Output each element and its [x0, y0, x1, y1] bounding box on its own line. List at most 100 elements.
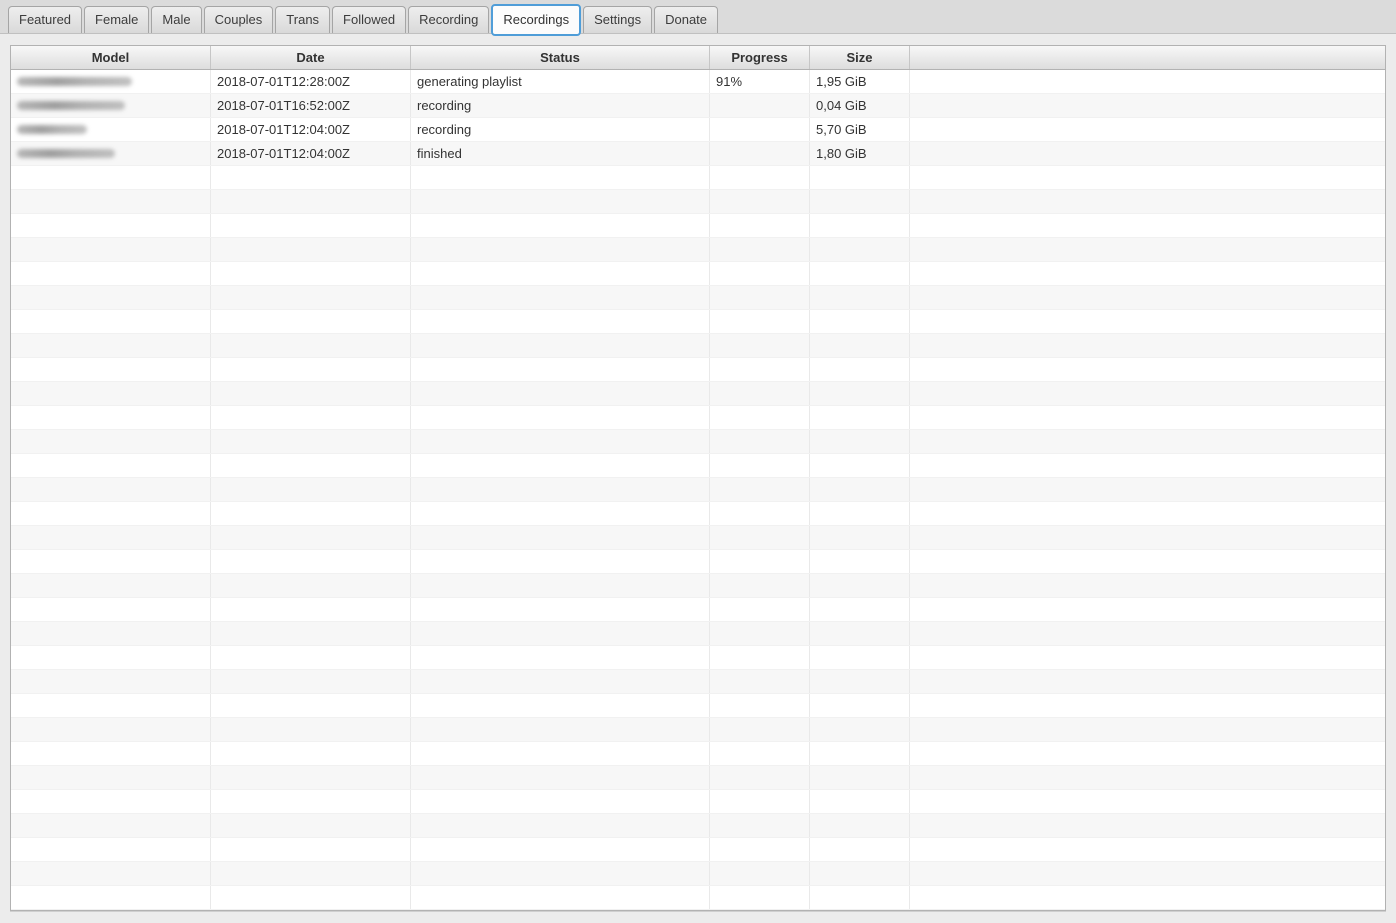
progress-cell [710, 118, 810, 141]
table-row-empty[interactable] [11, 790, 1385, 814]
table-row-empty[interactable] [11, 478, 1385, 502]
app-window: Featured Female Male Couples Trans Followed Re… [0, 0, 1396, 923]
progress-cell [710, 646, 810, 669]
table-row-empty[interactable] [11, 574, 1385, 598]
tab-settings[interactable]: Settings [583, 6, 653, 33]
tab-male[interactable]: Male [151, 6, 202, 33]
model-cell [11, 550, 211, 573]
table-row-empty[interactable] [11, 550, 1385, 574]
date-cell [211, 286, 411, 309]
size-cell [810, 382, 910, 405]
table-row-empty[interactable] [11, 694, 1385, 718]
size-cell [810, 526, 910, 549]
date-cell [211, 238, 411, 261]
status-cell [411, 454, 710, 477]
model-cell [11, 862, 211, 885]
filler-cell [910, 262, 1385, 285]
date-cell: 2018-07-01T16:52:00Z [211, 94, 411, 117]
column-header-date[interactable]: Date [211, 46, 411, 69]
table-row-empty[interactable] [11, 190, 1385, 214]
table-row-empty[interactable] [11, 382, 1385, 406]
date-cell [211, 766, 411, 789]
model-cell [11, 766, 211, 789]
status-cell [411, 358, 710, 381]
table-row-empty[interactable] [11, 886, 1385, 910]
filler-cell [910, 670, 1385, 693]
status-cell [411, 766, 710, 789]
table-row-empty[interactable] [11, 334, 1385, 358]
tab-couples[interactable]: Couples [203, 6, 274, 33]
filler-cell [910, 886, 1385, 909]
tab-trans[interactable]: Trans [275, 6, 331, 33]
status-cell [411, 502, 710, 525]
model-cell [11, 262, 211, 285]
filler-cell [910, 70, 1385, 93]
table-row[interactable]: 2018-07-01T12:04:00Z finished 1,80 GiB [11, 142, 1385, 166]
content-area: Model Date Status Progress Size 2018-07-01T1… [0, 34, 1396, 923]
table-row-empty[interactable] [11, 310, 1385, 334]
progress-cell [710, 310, 810, 333]
size-cell [810, 646, 910, 669]
tab-recording[interactable]: Recording [408, 6, 490, 33]
table-row-empty[interactable] [11, 814, 1385, 838]
table-row-empty[interactable] [11, 502, 1385, 526]
table-row-empty[interactable] [11, 166, 1385, 190]
table-row-empty[interactable] [11, 670, 1385, 694]
table-row-empty[interactable] [11, 238, 1385, 262]
tab-recordings[interactable]: Recordings [491, 4, 582, 36]
status-cell [411, 406, 710, 429]
filler-cell [910, 502, 1385, 525]
column-header-size[interactable]: Size [810, 46, 910, 69]
column-header-filler[interactable] [910, 46, 1385, 69]
table-row-empty[interactable] [11, 862, 1385, 886]
tab-featured[interactable]: Featured [8, 6, 83, 33]
progress-cell [710, 550, 810, 573]
model-cell [11, 694, 211, 717]
table-row[interactable]: 2018-07-01T12:04:00Z recording 5,70 GiB [11, 118, 1385, 142]
date-cell [211, 406, 411, 429]
date-cell [211, 814, 411, 837]
column-header-progress[interactable]: Progress [710, 46, 810, 69]
table-row-empty[interactable] [11, 262, 1385, 286]
date-cell [211, 430, 411, 453]
size-cell [810, 838, 910, 861]
column-header-model[interactable]: Model [11, 46, 211, 69]
status-cell [411, 670, 710, 693]
progress-cell [710, 214, 810, 237]
table-row-empty[interactable] [11, 646, 1385, 670]
size-cell [810, 334, 910, 357]
table-row-empty[interactable] [11, 358, 1385, 382]
tab-donate[interactable]: Donate [654, 6, 719, 33]
table-row-empty[interactable] [11, 214, 1385, 238]
tab-followed[interactable]: Followed [332, 6, 407, 33]
table-row[interactable]: 2018-07-01T12:28:00Z generating playlist 9… [11, 70, 1385, 94]
status-cell [411, 310, 710, 333]
table-row-empty[interactable] [11, 742, 1385, 766]
tab-female[interactable]: Female [84, 6, 150, 33]
model-cell [11, 478, 211, 501]
table-row-empty[interactable] [11, 766, 1385, 790]
table-row-empty[interactable] [11, 526, 1385, 550]
table-row-empty[interactable] [11, 622, 1385, 646]
size-cell [810, 598, 910, 621]
model-cell [11, 70, 211, 93]
table-row[interactable]: 2018-07-01T16:52:00Z recording 0,04 GiB [11, 94, 1385, 118]
table-row-empty[interactable] [11, 718, 1385, 742]
table-row-empty[interactable] [11, 286, 1385, 310]
date-cell [211, 646, 411, 669]
table-row-empty[interactable] [11, 838, 1385, 862]
date-cell [211, 862, 411, 885]
table-row-empty[interactable] [11, 454, 1385, 478]
column-header-status[interactable]: Status [411, 46, 710, 69]
table-row-empty[interactable] [11, 430, 1385, 454]
filler-cell [910, 382, 1385, 405]
status-cell: recording [411, 118, 710, 141]
date-cell: 2018-07-01T12:04:00Z [211, 118, 411, 141]
filler-cell [910, 94, 1385, 117]
date-cell [211, 214, 411, 237]
table-row-empty[interactable] [11, 406, 1385, 430]
table-row-empty[interactable] [11, 598, 1385, 622]
filler-cell [910, 238, 1385, 261]
filler-cell [910, 406, 1385, 429]
size-cell: 5,70 GiB [810, 118, 910, 141]
